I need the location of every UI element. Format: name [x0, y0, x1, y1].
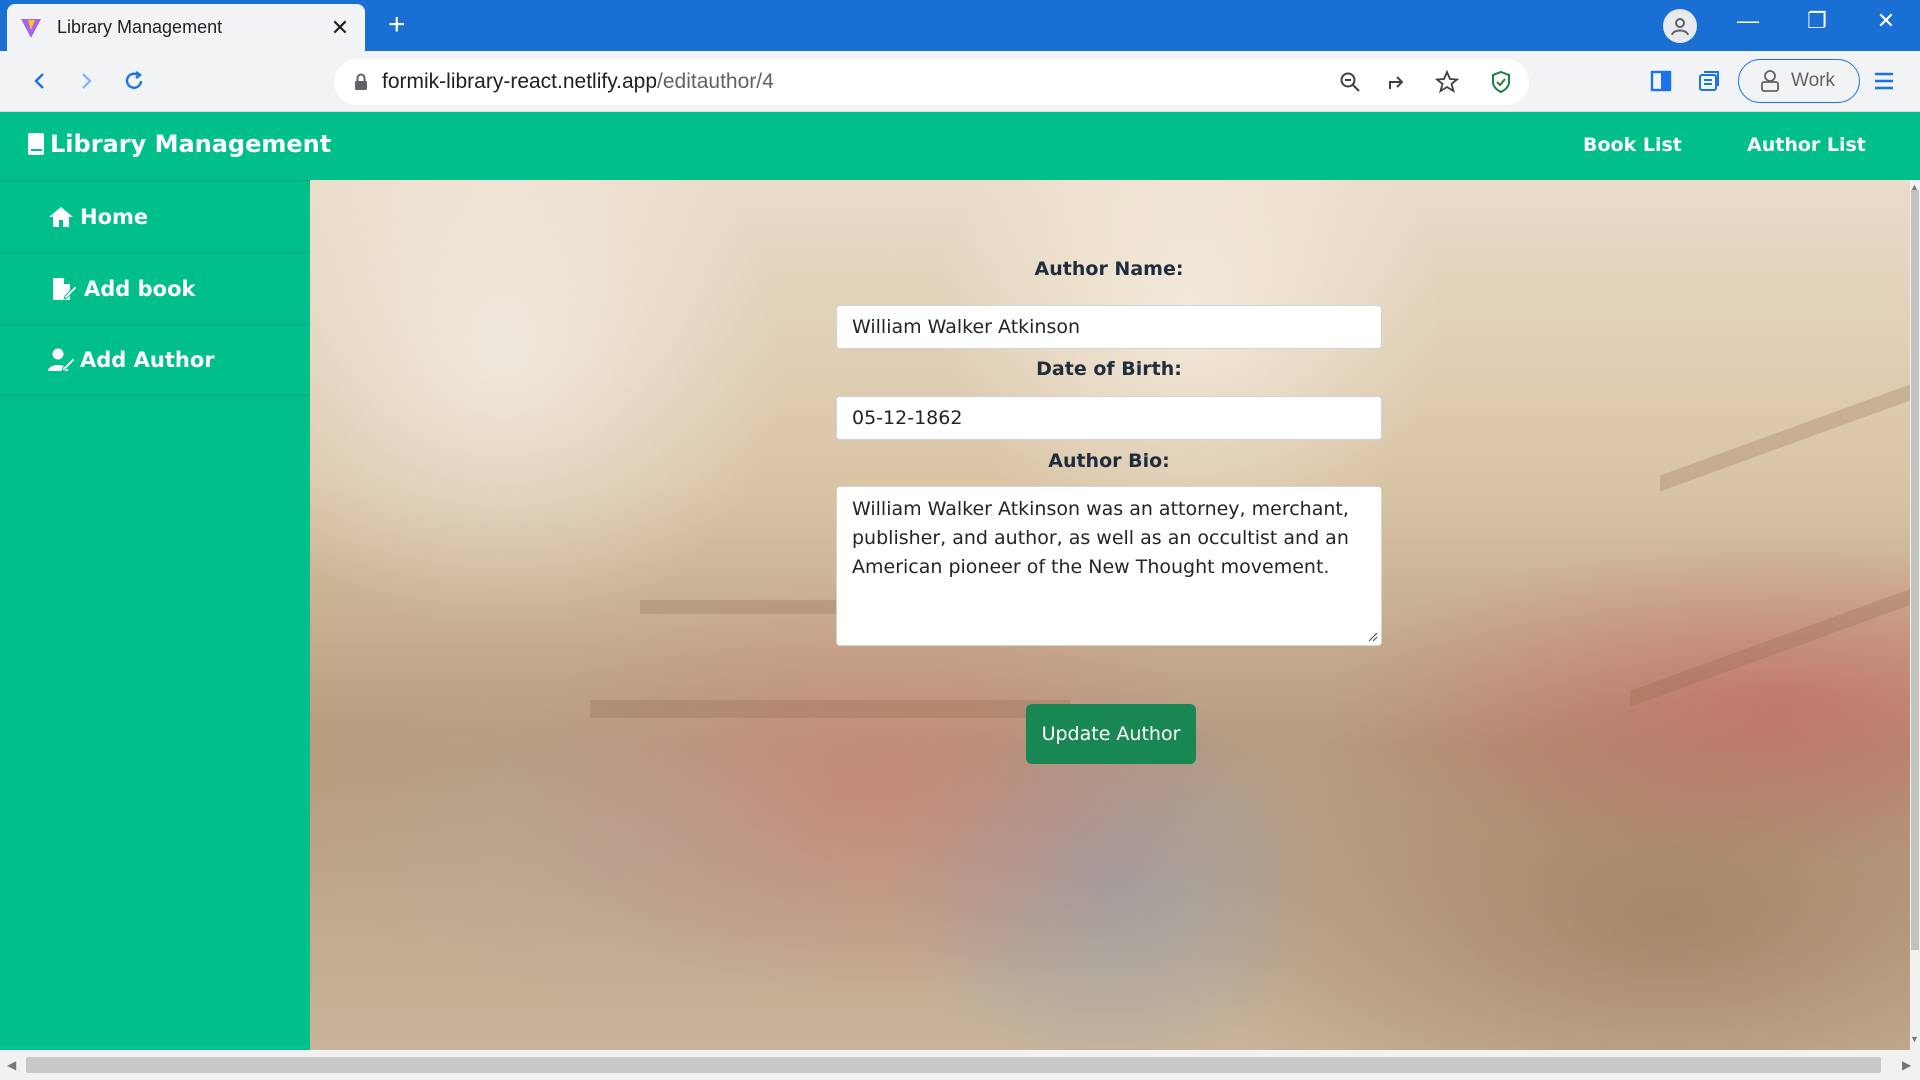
sidebar-panel-icon[interactable] [1645, 65, 1677, 97]
user-edit-icon [48, 348, 76, 372]
shield-extension-icon[interactable] [1487, 68, 1515, 96]
background-shelf [1660, 384, 1910, 492]
close-window-icon[interactable]: ✕ [1866, 8, 1906, 34]
url-path: /editauthor/4 [657, 70, 774, 93]
nav-book-list[interactable]: Book List [1583, 134, 1682, 156]
author-name-label: Author Name: [1034, 258, 1184, 280]
briefcase-user-icon [1761, 70, 1779, 92]
home-icon [48, 205, 76, 229]
sidebar: Home Add book Add Author [0, 180, 310, 1050]
nav-author-list[interactable]: Author List [1747, 134, 1866, 156]
sidebar-item-add-book[interactable]: Add book [0, 252, 310, 324]
book-icon [28, 133, 44, 155]
scroll-left-icon[interactable]: ◀ [7, 1058, 16, 1072]
sidebar-item-label: Add Author [80, 348, 215, 372]
author-bio-label: Author Bio: [1048, 450, 1170, 472]
vite-favicon-icon [21, 18, 41, 38]
scroll-right-icon[interactable]: ▶ [1902, 1058, 1911, 1072]
reload-icon[interactable] [116, 63, 152, 99]
author-name-input[interactable]: William Walker Atkinson [836, 305, 1382, 349]
url-host: formik-library-react.netlify.app [382, 70, 658, 93]
update-author-button[interactable]: Update Author [1026, 704, 1196, 764]
dob-input[interactable]: 05-12-1862 [836, 396, 1382, 440]
zoom-out-icon[interactable] [1336, 68, 1364, 96]
vertical-scrollbar-thumb[interactable] [1911, 190, 1919, 950]
sidebar-item-label: Add book [84, 276, 196, 301]
author-bio-textarea[interactable]: William Walker Atkinson was an attorney,… [836, 486, 1382, 646]
scroll-down-icon[interactable]: ▼ [1910, 1034, 1919, 1044]
forward-icon[interactable] [68, 63, 104, 99]
background-shelf [1630, 589, 1910, 707]
app-header: Library Management Book List Author List [0, 112, 1920, 180]
scroll-up-icon[interactable]: ▲ [1910, 182, 1919, 192]
browser-tabbar: Library Management ✕ + — ❐ ✕ [0, 0, 1920, 51]
resize-grip-icon[interactable] [1366, 630, 1378, 642]
author-bio-text: William Walker Atkinson was an attorney,… [852, 498, 1349, 578]
menu-icon[interactable] [1868, 65, 1900, 97]
content-area: Author Name: William Walker Atkinson Dat… [310, 180, 1910, 1050]
brand-title: Library Management [50, 130, 332, 158]
brand[interactable]: Library Management [28, 130, 331, 158]
work-profile-button[interactable]: Work [1738, 59, 1860, 103]
profile-avatar-icon[interactable] [1663, 9, 1697, 43]
dob-label: Date of Birth: [1036, 358, 1182, 380]
tab-title: Library Management [57, 17, 223, 37]
new-tab-icon[interactable]: + [388, 10, 406, 40]
background-shelf [590, 700, 1070, 718]
collections-icon[interactable] [1693, 65, 1725, 97]
address-bar[interactable]: formik-library-react.netlify.app/editaut… [334, 59, 1529, 105]
sidebar-item-add-author[interactable]: Add Author [0, 324, 310, 396]
sidebar-item-label: Home [80, 204, 149, 229]
work-profile-label: Work [1791, 70, 1835, 91]
restore-icon[interactable]: ❐ [1797, 8, 1837, 34]
horizontal-scrollbar-thumb[interactable] [26, 1057, 1881, 1073]
browser-tab[interactable]: Library Management ✕ [7, 4, 365, 51]
minimize-icon[interactable]: — [1728, 8, 1768, 34]
lock-icon [355, 73, 367, 90]
bookmark-star-icon[interactable] [1433, 68, 1461, 96]
browser-toolbar: formik-library-react.netlify.app/editaut… [0, 51, 1920, 112]
tab-close-icon[interactable]: ✕ [327, 15, 353, 41]
sidebar-item-home[interactable]: Home [0, 180, 310, 252]
share-icon[interactable] [1384, 68, 1412, 96]
file-edit-icon [52, 277, 80, 301]
back-icon[interactable] [22, 63, 58, 99]
